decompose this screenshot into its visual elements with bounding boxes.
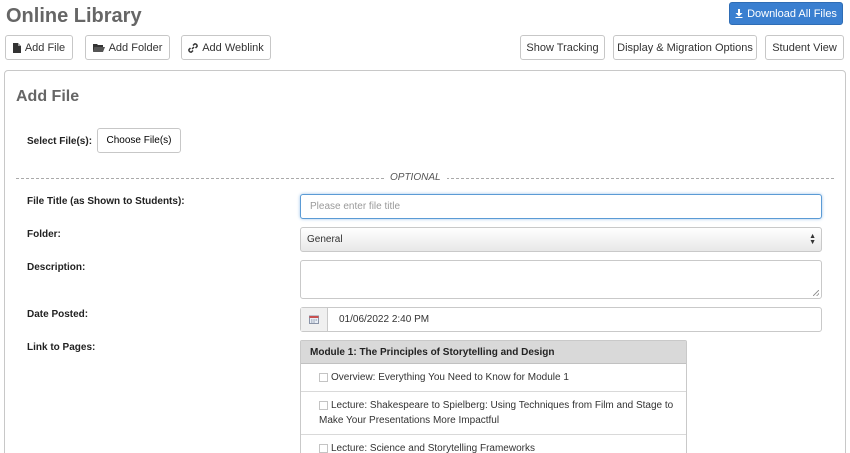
list-item[interactable]: Lecture: Science and Storytelling Framew… [301, 435, 686, 453]
choose-files-label: Choose File(s) [106, 135, 172, 146]
file-title-input[interactable] [300, 194, 822, 219]
download-all-files-label: Download All Files [747, 7, 837, 20]
add-folder-label: Add Folder [108, 41, 163, 54]
add-file-button[interactable]: Add File [5, 35, 73, 60]
date-posted-field[interactable]: 01/06/2022 2:40 PM [300, 307, 822, 332]
page-item-label: Lecture: Shakespeare to Spielberg: Using… [319, 400, 674, 426]
display-migration-options-label: Display & Migration Options [617, 41, 753, 54]
download-icon [735, 9, 743, 18]
page-checkbox[interactable] [319, 373, 328, 382]
module-header: Module 1: The Principles of Storytelling… [301, 341, 686, 364]
page-checkbox[interactable] [319, 401, 328, 410]
folder-select-value: General [307, 234, 343, 245]
choose-files-button[interactable]: Choose File(s) [97, 128, 181, 153]
show-tracking-label: Show Tracking [526, 41, 599, 54]
add-file-label: Add File [24, 41, 66, 54]
description-label: Description: [27, 262, 86, 273]
add-file-title: Add File [16, 88, 80, 105]
add-folder-button[interactable]: Add Folder [85, 35, 170, 60]
add-weblink-label: Add Weblink [202, 41, 264, 54]
link-icon [188, 42, 198, 53]
folder-select[interactable]: General ▲ ▼ [300, 227, 822, 252]
date-posted-label: Date Posted: [27, 309, 89, 320]
add-weblink-button[interactable]: Add Weblink [181, 35, 271, 60]
file-title-label: File Title (as Shown to Students): [27, 196, 185, 207]
page-checkbox[interactable] [319, 444, 328, 453]
calendar-icon[interactable] [301, 308, 328, 331]
date-posted-value: 01/06/2022 2:40 PM [339, 314, 430, 325]
page-item-label: Overview: Everything You Need to Know fo… [331, 372, 569, 383]
link-to-pages-label: Link to Pages: [27, 342, 96, 353]
link-to-pages-list: Module 1: The Principles of Storytelling… [300, 340, 687, 453]
optional-label: OPTIONAL [384, 172, 447, 183]
list-item[interactable]: Overview: Everything You Need to Know fo… [301, 364, 686, 392]
student-view-label: Student View [772, 41, 837, 54]
show-tracking-button[interactable]: Show Tracking [520, 35, 605, 60]
select-files-label: Select File(s): [27, 136, 93, 147]
description-textarea[interactable] [300, 260, 822, 299]
student-view-button[interactable]: Student View [765, 35, 844, 60]
page-item-label: Lecture: Science and Storytelling Framew… [331, 443, 535, 453]
resize-grip-icon[interactable] [813, 290, 819, 296]
folder-icon [92, 43, 105, 52]
list-item[interactable]: Lecture: Shakespeare to Spielberg: Using… [301, 392, 686, 435]
display-migration-options-button[interactable]: Display & Migration Options [613, 35, 757, 60]
page-title: Online Library [6, 5, 142, 27]
download-all-files-button[interactable]: Download All Files [729, 2, 843, 25]
file-icon [12, 42, 21, 53]
folder-label: Folder: [27, 229, 61, 240]
chevron-updown-icon: ▲ ▼ [809, 233, 816, 246]
add-file-panel: Add File Select File(s): Choose File(s) … [4, 70, 846, 453]
